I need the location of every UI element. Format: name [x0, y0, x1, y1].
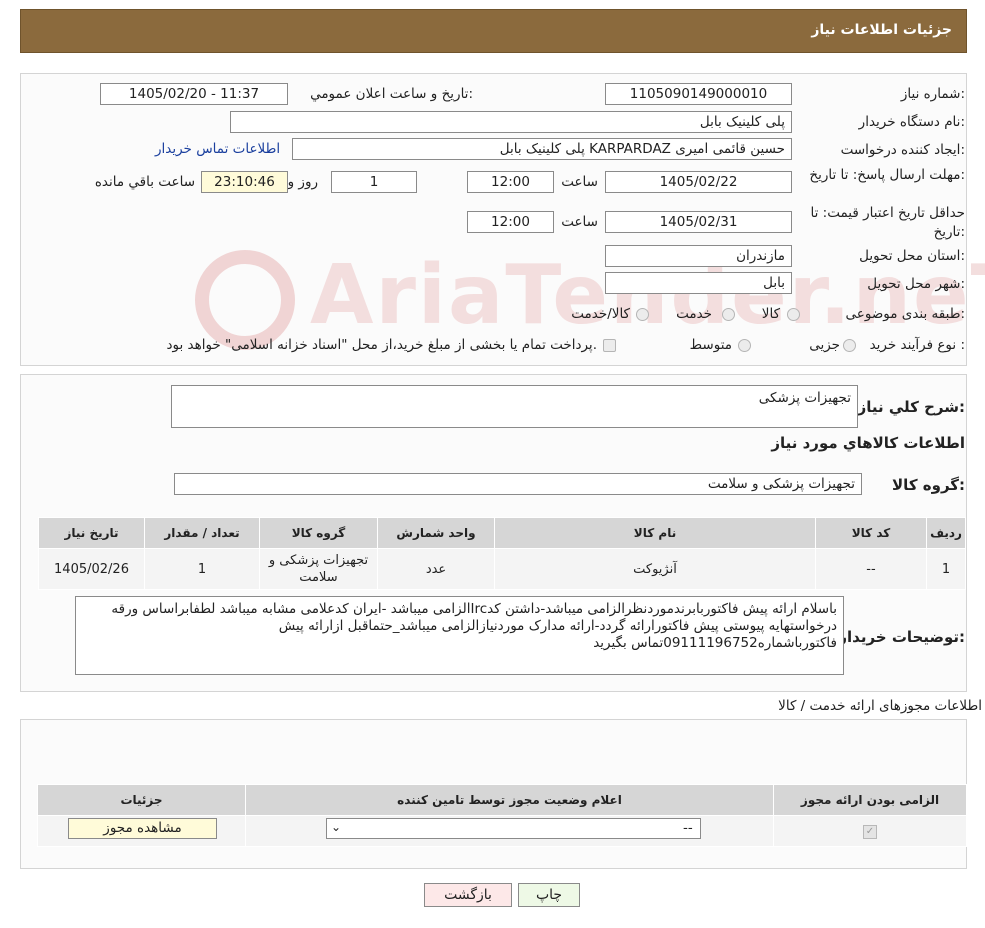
buyer-notes-label: توضیحات خریدار: [838, 628, 965, 646]
remaining-label: ساعت باقي مانده [94, 174, 195, 190]
buyer-contact-link[interactable]: اطلاعات تماس خریدار [155, 141, 280, 157]
deadline-time-field: 12:00 [467, 171, 554, 193]
validity-time-label: ساعت [561, 214, 598, 230]
announce-field: 1405/02/20 - 11:37 [100, 83, 288, 105]
buyer-notes-field: باسلام ارائه پیش فاکتوربابرندموردنظرالزا… [75, 596, 844, 675]
col-code: کد کالا [815, 517, 927, 549]
process-note-checkbox[interactable] [603, 339, 616, 352]
remaining-time-field: 23:10:46 [201, 171, 288, 193]
cell-name: آنژیوکت [494, 548, 816, 590]
city-field: بابل [605, 272, 792, 294]
page-header: جزئیات اطلاعات نیاز [20, 9, 967, 53]
creator-label: ایجاد کننده درخواست: [840, 142, 965, 158]
license-status-value: -- [683, 820, 693, 836]
col-qty: تعداد / مقدار [144, 517, 260, 549]
deadline-label: مهلت ارسال پاسخ: تا تاریخ: [809, 167, 965, 183]
process-radio-medium[interactable] [738, 339, 751, 352]
province-field: مازندران [605, 245, 792, 267]
category-radio-goods-service[interactable] [636, 308, 649, 321]
announce-label: تاریخ و ساعت اعلان عمومي: [310, 86, 473, 102]
goods-table: ردیف کد کالا نام کالا واحد شمارش گروه کا… [38, 517, 966, 590]
cell-code: -- [815, 548, 927, 590]
need-number-field: 1105090149000010 [605, 83, 792, 105]
cell-license-required: ✓ [773, 815, 967, 847]
goods-group-label: گروه کالا: [892, 476, 965, 494]
license-status-select[interactable]: -- ⌄ [326, 818, 701, 839]
goods-info-title: اطلاعات کالاهاي مورد نیاز [771, 434, 965, 452]
buyer-org-label: نام دستگاه خریدار: [858, 114, 965, 130]
col-license-required: الزامی بودن ارائه مجوز [773, 784, 967, 816]
category-label: طبقه بندی موضوعی: [845, 306, 965, 322]
category-radio-goods[interactable] [787, 308, 800, 321]
col-group: گروه کالا [259, 517, 378, 549]
days-label: روز و [287, 174, 318, 190]
process-radio-minor[interactable] [843, 339, 856, 352]
category-radio-service[interactable] [722, 308, 735, 321]
process-label: نوع فرآیند خرید : [869, 337, 965, 353]
col-date: تاریخ نیاز [38, 517, 145, 549]
goods-table-header: ردیف کد کالا نام کالا واحد شمارش گروه کا… [38, 517, 966, 549]
print-button[interactable]: چاپ [518, 883, 580, 907]
category-option-goods: کالا [761, 306, 780, 322]
validity-time-field: 12:00 [467, 211, 554, 233]
days-count-field: 1 [331, 171, 417, 193]
page-title: جزئیات اطلاعات نیاز [811, 22, 952, 38]
city-label: شهر محل تحویل: [867, 276, 965, 292]
validity-date-field: 1405/02/31 [605, 211, 792, 233]
view-license-button[interactable]: مشاهده مجوز [68, 818, 217, 839]
creator-field: حسین قائمی امیری KARPARDAZ پلی کلینیک با… [292, 138, 792, 160]
cell-unit: عدد [377, 548, 495, 590]
back-button[interactable]: بازگشت [424, 883, 512, 907]
licenses-table-header: الزامی بودن ارائه مجوز اعلام وضعیت مجوز … [37, 784, 967, 816]
chevron-down-icon: ⌄ [331, 820, 342, 834]
table-row: 1 -- آنژیوکت عدد تجهیزات پزشکی و سلامت 1… [38, 548, 966, 590]
goods-group-field: تجهیزات پزشکی و سلامت [174, 473, 862, 495]
need-number-label: شماره نیاز: [900, 86, 965, 102]
col-unit: واحد شمارش [377, 517, 495, 549]
need-description-field: تجهیزات پزشکی [171, 385, 858, 428]
license-required-checkbox[interactable]: ✓ [863, 825, 877, 839]
cell-row: 1 [926, 548, 966, 590]
cell-group: تجهیزات پزشکی و سلامت [259, 548, 378, 590]
process-option-minor: جزیی [809, 337, 840, 353]
deadline-time-label: ساعت [561, 174, 598, 190]
process-option-medium: متوسط [689, 337, 732, 353]
category-option-goods-service: کالا/خدمت [571, 306, 630, 322]
col-license-status: اعلام وضعیت مجوز توسط تامین کننده [245, 784, 774, 816]
buyer-org-field: پلی کلینیک بابل [230, 111, 792, 133]
cell-qty: 1 [144, 548, 260, 590]
cell-date: 1405/02/26 [38, 548, 145, 590]
need-description-label: شرح کلي نیاز: [857, 398, 965, 416]
process-note: پرداخت تمام یا بخشی از مبلغ خرید،از محل … [166, 337, 597, 353]
col-license-details: جزئیات [37, 784, 246, 816]
validity-label: حداقل تاریخ اعتبار قیمت: تا تاریخ: [810, 205, 965, 240]
category-option-service: خدمت [676, 306, 712, 322]
deadline-date-field: 1405/02/22 [605, 171, 792, 193]
col-name: نام کالا [494, 517, 816, 549]
province-label: استان محل تحویل: [859, 248, 965, 264]
licenses-section-title: اطلاعات مجوزهای ارائه خدمت / کالا [778, 698, 982, 714]
col-row: ردیف [926, 517, 966, 549]
